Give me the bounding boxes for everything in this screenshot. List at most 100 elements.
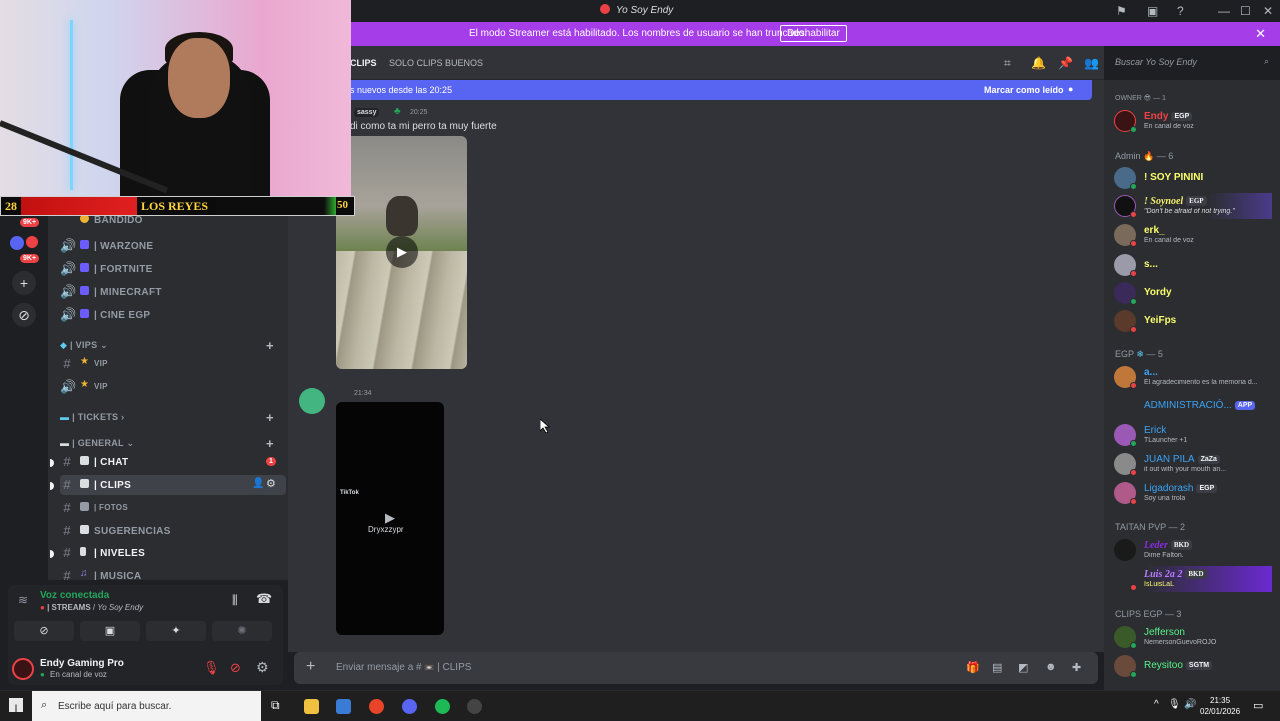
activities-button[interactable]: ✦ [146, 621, 206, 641]
channel-niveles[interactable]: # | NIVELES [60, 543, 286, 563]
hash-icon: # [63, 568, 71, 580]
volume-icon[interactable]: 🔊 [1184, 699, 1196, 710]
sticker-icon[interactable]: ◩ [1018, 661, 1028, 674]
voice-status-sub[interactable]: ● | STREAMS / Yo Soy Endy [40, 603, 143, 612]
add-channel-icon[interactable]: + [266, 410, 274, 425]
spotify-icon[interactable] [435, 699, 450, 714]
taskbar-clock[interactable]: 21:35 02/01/2026 [1200, 695, 1240, 717]
category-tickets[interactable]: ▬ | TICKETS › + [60, 410, 274, 425]
category-general[interactable]: ▬ | GENERAL ⌄ + [60, 436, 274, 451]
add-server-icon[interactable]: + [12, 271, 36, 295]
member-list-icon[interactable]: 👥 [1084, 56, 1099, 70]
gif-icon[interactable]: ▤ [992, 661, 1002, 674]
chrome-icon[interactable] [369, 699, 384, 714]
close-icon[interactable]: ✕ [1255, 26, 1266, 42]
windows-start-icon[interactable] [9, 698, 23, 712]
close-window-icon[interactable]: ✕ [1263, 4, 1273, 18]
file-explorer-icon[interactable] [304, 699, 319, 714]
member-admin-3[interactable]: erk_ En canal de voz [1112, 222, 1272, 248]
threads-icon[interactable]: ⌗ [1004, 56, 1011, 71]
channel-sugerencias[interactable]: # SUGERENCIAS [60, 521, 286, 541]
message-author[interactable]: sassy [354, 108, 380, 117]
apps-icon[interactable]: ✚ [1072, 661, 1081, 674]
emoji-icon[interactable]: ☻ [1045, 661, 1057, 673]
avatar[interactable] [299, 388, 325, 414]
taskbar-search[interactable]: ⌕ Escribe aquí para buscar. [32, 691, 261, 721]
share-screen-button[interactable]: ▣ [80, 621, 140, 641]
minimize-icon[interactable]: — [1218, 4, 1230, 18]
member-clips-2[interactable]: Reysitoo SGTM [1112, 653, 1272, 679]
member-admin-1[interactable]: ! SOY PININI [1112, 165, 1272, 191]
member-egp-3[interactable]: Erick TLauncher +1 [1112, 422, 1272, 448]
obs-icon[interactable] [467, 699, 482, 714]
member-taitan-2[interactable]: Luis 2a 2 BKD IsLuisLaL [1112, 566, 1272, 592]
inbox-flag-icon[interactable]: ⚑ [1116, 4, 1127, 18]
disable-streamer-button[interactable]: Deshabilitar [780, 25, 847, 42]
status-dnd-icon [1130, 584, 1137, 591]
new-messages-bar[interactable]: s nuevos desde las 20:25 Marcar como leí… [288, 80, 1092, 100]
store-icon[interactable] [336, 699, 351, 714]
notifications-icon[interactable]: ▭ [1253, 699, 1263, 712]
soundboard-icon[interactable]: ⫼ [232, 593, 238, 608]
video-embed[interactable]: ▶ [336, 136, 467, 369]
attach-plus-icon[interactable]: + [306, 658, 315, 676]
soundboard-button[interactable]: ✺ [212, 621, 272, 641]
category-vips[interactable]: ◆ | VIPS ⌄ + [60, 338, 274, 353]
disconnect-icon[interactable]: ☎ [256, 591, 272, 607]
add-channel-icon[interactable]: + [266, 338, 274, 353]
play-icon[interactable]: ▶ [386, 236, 418, 268]
voice-status-title[interactable]: Voz conectada [40, 590, 109, 601]
channel-vip-1[interactable]: # ★ VIP [60, 354, 286, 374]
member-endy[interactable]: Endy EGP En canal de voz [1112, 108, 1272, 134]
user-name[interactable]: Endy Gaming Pro [40, 658, 124, 669]
help-icon[interactable]: ? [1177, 4, 1184, 18]
channel-topic[interactable]: SOLO CLIPS BUENOS [389, 58, 483, 68]
search-input[interactable]: Buscar Yo Soy Endy ⌕ [1108, 53, 1276, 71]
tray-chevron-icon[interactable]: ^ [1154, 699, 1159, 710]
member-taitan-1[interactable]: Leder BKD Dime Falton. [1112, 537, 1272, 563]
voice-channel-cine[interactable]: 🔊 | CINE EGP [60, 305, 286, 325]
add-channel-icon[interactable]: + [266, 436, 274, 451]
channel-clips[interactable]: # | CLIPS 👤 ⚙ [60, 475, 286, 495]
gear-icon[interactable]: ⚙ [266, 477, 276, 490]
message-composer[interactable]: + Enviar mensaje a # 📼 | CLIPS 🎁 ▤ ◩ ☻ ✚ [294, 652, 1098, 684]
member-egp-1[interactable]: a... El agradecimiento es la memoria d... [1112, 364, 1272, 390]
voice-channel-minecraft[interactable]: 🔊 | MINECRAFT [60, 282, 286, 302]
avatar[interactable] [12, 658, 34, 680]
voice-channel-fortnite[interactable]: 🔊 | FORTNITE [60, 259, 286, 279]
headphones-muted-icon[interactable]: ⊘ [230, 660, 241, 676]
screen-icon[interactable]: ▣ [1147, 4, 1158, 18]
channel-fotos[interactable]: # | FOTOS [60, 498, 286, 518]
server-icon-a[interactable] [10, 236, 24, 250]
task-view-icon[interactable]: ⧉ [271, 698, 280, 713]
member-egp-5[interactable]: Ligadorash EGP Soy una trola [1112, 480, 1272, 506]
member-admin-5[interactable]: Yordy [1112, 280, 1272, 306]
gift-icon[interactable]: 🎁 [966, 661, 980, 674]
channel-musica[interactable]: # ♫ | MUSICA [60, 566, 286, 580]
bell-icon[interactable]: 🔔 [1031, 56, 1046, 70]
pin-icon[interactable]: 📌 [1058, 56, 1073, 70]
member-egp-2[interactable]: ADMINISTRACIÓ... APP [1112, 393, 1272, 419]
member-egp-4[interactable]: JUAN PILA ZaZa it out with your mouth an..… [1112, 451, 1272, 477]
discord-icon[interactable] [402, 699, 417, 714]
explore-icon[interactable]: ⊘ [12, 303, 36, 327]
member-admin-6[interactable]: YeiFps [1112, 308, 1272, 334]
toggle-camera-button[interactable]: ⊘ [14, 621, 74, 641]
channel-chat[interactable]: # | CHAT 1 [60, 452, 286, 472]
channel-vip-2[interactable]: 🔊 ★ VIP [60, 377, 286, 397]
maximize-icon[interactable]: ☐ [1240, 4, 1251, 18]
mark-read-button[interactable]: Marcar como leído [984, 85, 1064, 95]
server-icon-b[interactable] [26, 236, 38, 248]
voice-channel-warzone[interactable]: 🔊 | WARZONE [60, 236, 286, 256]
message-input[interactable]: Enviar mensaje a # 📼 | CLIPS [336, 662, 471, 673]
mic-muted-icon[interactable]: 🎙 [203, 660, 220, 676]
member-clips-1[interactable]: Jefferson NemersonGuevoROJO [1112, 624, 1272, 650]
member-admin-2[interactable]: ! Soynoel EGP "Don't be afraid of not tryi… [1112, 193, 1272, 219]
emoji-icon [80, 286, 89, 295]
mic-tray-icon[interactable]: 🎙 [1168, 699, 1181, 710]
tiktok-video-embed[interactable]: TikTok ▶ Dryxzzypr [336, 402, 444, 635]
member-admin-4[interactable]: s... [1112, 252, 1272, 278]
stream-score-overlay: 28 LOS REYES 50 [0, 196, 355, 216]
settings-gear-icon[interactable]: ⚙ [256, 659, 269, 676]
add-member-icon[interactable]: 👤 [252, 478, 264, 489]
